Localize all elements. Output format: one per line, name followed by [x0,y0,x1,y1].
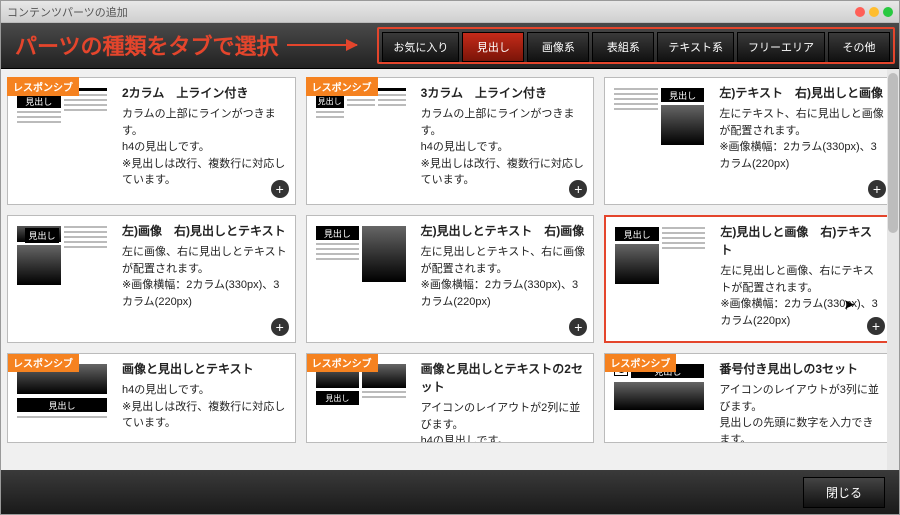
arrow-icon [287,44,357,46]
parts-card[interactable]: 見出し 左)画像 右)見出しとテキスト 左に画像、右に見出しとテキストが配置され… [7,215,296,343]
card-info: 左)テキスト 右)見出しと画像 左にテキスト、右に見出しと画像が配置されます。※… [713,78,892,204]
toolbar: パーツの種類をタブで選択 お気に入り 見出し 画像系 表組系 テキスト系 フリー… [1,23,899,69]
scrollbar-thumb[interactable] [888,73,898,233]
window-title: コンテンツパーツの追加 [7,4,128,20]
tab-text[interactable]: テキスト系 [657,32,734,62]
parts-card[interactable]: 見出し 左)テキスト 右)見出しと画像 左にテキスト、右に見出しと画像が配置され… [604,77,893,205]
card-desc: アイコンのレイアウトが3列に並びます。見出しの先頭に数字を入力できます。 [719,382,884,443]
card-title: 画像と見出しとテキスト [122,360,287,378]
card-thumbnail: 見出し [8,216,116,342]
tab-freearea[interactable]: フリーエリア [737,32,825,62]
card-thumbnail: 見出し [307,78,415,204]
add-button[interactable]: + [271,180,289,198]
card-info: 2カラム 上ライン付き カラムの上部にラインがつきます。h4の見出しです。※見出… [116,78,295,204]
card-info: 左)画像 右)見出しとテキスト 左に画像、右に見出しとテキストが配置されます。※… [116,216,295,342]
parts-card-selected[interactable]: 見出し 左)見出しと画像 右)テキスト 左に見出しと画像、右にテキストが配置され… [604,215,893,343]
card-thumbnail: 見出し [605,78,713,204]
annotation-text: パーツの種類をタブで選択 [15,29,279,61]
scrollbar[interactable] [887,69,899,470]
dialog-window: コンテンツパーツの追加 パーツの種類をタブで選択 お気に入り 見出し 画像系 表… [0,0,900,515]
tab-images[interactable]: 画像系 [527,32,589,62]
parts-card[interactable]: レスポンシブ 見出し 画像と見出しとテキスト h4の見出しです。※見出しは改行、… [7,353,296,443]
card-info: 画像と見出しとテキストの2セット アイコンのレイアウトが2列に並びます。h4の見… [415,354,594,442]
card-info: 左)見出しとテキスト 右)画像 左に見出しとテキスト、右に画像が配置されます。※… [415,216,594,342]
close-button[interactable]: 閉じる [803,477,885,508]
close-dot-icon[interactable] [855,7,865,17]
tab-bar-highlight: お気に入り 見出し 画像系 表組系 テキスト系 フリーエリア その他 [377,27,895,64]
card-info: 画像と見出しとテキスト h4の見出しです。※見出しは改行、複数行に対応しています… [116,354,295,442]
card-desc: アイコンのレイアウトが2列に並びます。h4の見出しです。 [421,400,586,443]
tab-heading[interactable]: 見出し [462,32,524,62]
card-grid: レスポンシブ 見出し 2カラム 上ライン付き カラムの上部にラインがつきます。h… [7,77,893,443]
card-thumbnail: 見出し [307,216,415,342]
card-desc: 左に見出しと画像、右にテキストが配置されます。※画像横幅：2カラム(330px)… [720,263,883,329]
responsive-badge: レスポンシブ [7,353,79,372]
tab-favorites[interactable]: お気に入り [382,32,459,62]
window-controls [855,7,893,17]
responsive-badge: レスポンシブ [306,77,378,96]
card-thumbnail: 見出し [8,78,116,204]
parts-card[interactable]: レスポンシブ 見出し 画像と見出しとテキストの2セット アイコンのレイアウトが2… [306,353,595,443]
add-button[interactable]: + [868,180,886,198]
tab-other[interactable]: その他 [828,32,890,62]
parts-card[interactable]: レスポンシブ 1見出し 番号付き見出しの3セット アイコンのレイアウトが3列に並… [604,353,893,443]
annotation-callout: パーツの種類をタブで選択 [15,29,357,61]
card-thumbnail: 見出し [606,217,714,341]
card-desc: h4の見出しです。※見出しは改行、複数行に対応しています。 [122,382,287,432]
minimize-dot-icon[interactable] [869,7,879,17]
card-title: 左)見出しとテキスト 右)画像 [421,222,586,240]
responsive-badge: レスポンシブ [7,77,79,96]
card-desc: 左にテキスト、右に見出しと画像が配置されます。※画像横幅：2カラム(330px)… [719,106,884,172]
card-info: 3カラム 上ライン付き カラムの上部にラインがつきます。h4の見出しです。※見出… [415,78,594,204]
card-desc: 左に見出しとテキスト、右に画像が配置されます。※画像横幅：2カラム(330px)… [421,244,586,310]
card-title: 左)画像 右)見出しとテキスト [122,222,287,240]
content-area: レスポンシブ 見出し 2カラム 上ライン付き カラムの上部にラインがつきます。h… [1,69,899,470]
card-title: 画像と見出しとテキストの2セット [421,360,586,396]
add-button[interactable]: + [271,318,289,336]
card-title: 左)テキスト 右)見出しと画像 [719,84,884,102]
card-title: 3カラム 上ライン付き [421,84,586,102]
card-desc: カラムの上部にラインがつきます。h4の見出しです。※見出しは改行、複数行に対応し… [122,106,287,189]
card-desc: カラムの上部にラインがつきます。h4の見出しです。※見出しは改行、複数行に対応し… [421,106,586,189]
parts-card[interactable]: レスポンシブ 見出し 3カラム 上ライン付き カラムの上部にラインがつきます。h… [306,77,595,205]
parts-card[interactable]: 見出し 左)見出しとテキスト 右)画像 左に見出しとテキスト、右に画像が配置され… [306,215,595,343]
add-button[interactable]: + [867,317,885,335]
card-title: 番号付き見出しの3セット [719,360,884,378]
titlebar: コンテンツパーツの追加 [1,1,899,23]
responsive-badge: レスポンシブ [306,353,378,372]
dialog-footer: 閉じる [1,470,899,514]
tab-tables[interactable]: 表組系 [592,32,654,62]
card-info: 左)見出しと画像 右)テキスト 左に見出しと画像、右にテキストが配置されます。※… [714,217,891,341]
card-title: 左)見出しと画像 右)テキスト [720,223,883,259]
responsive-badge: レスポンシブ [604,353,676,372]
parts-card[interactable]: レスポンシブ 見出し 2カラム 上ライン付き カラムの上部にラインがつきます。h… [7,77,296,205]
card-title: 2カラム 上ライン付き [122,84,287,102]
card-info: 番号付き見出しの3セット アイコンのレイアウトが3列に並びます。見出しの先頭に数… [713,354,892,442]
zoom-dot-icon[interactable] [883,7,893,17]
card-desc: 左に画像、右に見出しとテキストが配置されます。※画像横幅：2カラム(330px)… [122,244,287,310]
